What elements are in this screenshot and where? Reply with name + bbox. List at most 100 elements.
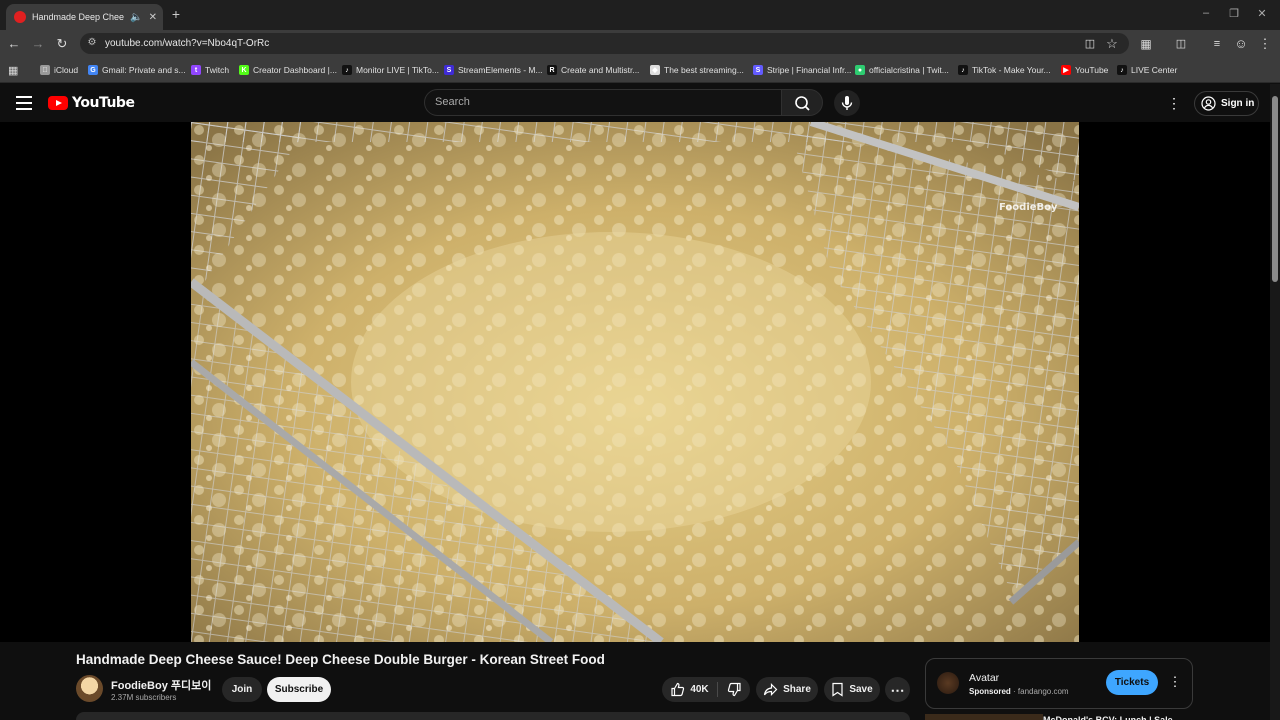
share-label: Share (783, 684, 811, 695)
search-input[interactable]: Search (424, 89, 782, 116)
bookmark-label: YouTube (1075, 65, 1109, 75)
forward-icon[interactable]: → (28, 34, 48, 54)
share-icon (763, 683, 778, 696)
next-video-title[interactable]: McDonald's BCV: Lunch | Sale... (1043, 713, 1180, 720)
bookmark-item[interactable]: K Creator Dashboard |... (239, 63, 337, 77)
bookmark-label: LIVE Center (1131, 65, 1178, 75)
diamond-icon: ◆ (650, 65, 660, 75)
bookmark-item[interactable]: R Create and Multistr... (547, 63, 639, 77)
youtube-favicon-icon (14, 11, 26, 23)
search-button[interactable] (781, 89, 823, 116)
like-count: 40K (690, 684, 709, 695)
reload-icon[interactable]: ↻ (52, 34, 72, 54)
tickets-button[interactable]: Tickets (1106, 670, 1158, 695)
description-box[interactable] (76, 712, 910, 720)
youtube-logo-text: YouTube (72, 95, 135, 111)
bookmark-label: Stripe | Financial Infr... (767, 65, 852, 75)
bookmark-star-icon[interactable]: ☆ (1102, 34, 1122, 54)
bookmark-item[interactable]: G Gmail: Private and s... (88, 63, 186, 77)
channel-watermark: FoodieBoy (999, 202, 1058, 213)
bookmark-label: TikTok - Make Your... (972, 65, 1051, 75)
bookmark-item[interactable]: t Twitch (191, 63, 229, 77)
globe-icon: ● (855, 65, 865, 75)
ad-thumbnail[interactable] (937, 672, 959, 694)
ad-sponsor-line: Sponsored · fandango.com (969, 687, 1069, 696)
profile-icon[interactable]: ☺ (1231, 34, 1251, 54)
new-tab-button[interactable]: + (168, 6, 184, 22)
bookmark-label: The best streaming... (664, 65, 744, 75)
scrollbar-thumb[interactable] (1272, 96, 1278, 282)
thumbs-down-icon (727, 682, 741, 697)
bookmark-label: iCloud (54, 65, 79, 75)
restream-icon: R (547, 65, 557, 75)
share-button[interactable]: Share (756, 677, 818, 702)
stripe-icon: S (753, 65, 763, 75)
ad-more-icon[interactable]: ⋮ (1168, 673, 1182, 691)
bookmark-add-icon (832, 682, 843, 697)
media-control-icon[interactable]: ≡ (1207, 34, 1227, 54)
sign-in-button[interactable]: Sign in (1194, 91, 1259, 116)
join-button[interactable]: Join (222, 677, 262, 702)
split-view-icon[interactable]: ◫ (1171, 34, 1191, 54)
subscribe-button[interactable]: Subscribe (267, 677, 331, 702)
bookmark-item[interactable]: ♪ LIVE Center (1117, 63, 1177, 77)
bookmark-item[interactable]: ▶ YouTube (1061, 63, 1108, 77)
speaker-icon[interactable]: 🔈 (130, 12, 142, 23)
twitch-icon: t (191, 65, 201, 75)
back-icon[interactable]: ← (4, 34, 24, 54)
browser-tab[interactable]: Handmade Deep Cheese Sa 🔈 ✕ (6, 4, 163, 30)
thumbs-up-icon (671, 682, 685, 697)
like-button[interactable]: 40K (662, 677, 717, 702)
bookmark-label: Creator Dashboard |... (253, 65, 337, 75)
bookmark-item[interactable]: ◆ The best streaming... (650, 63, 744, 77)
youtube-play-logo-icon (48, 96, 68, 110)
close-tab-icon[interactable]: ✕ (149, 12, 157, 23)
bookmark-item[interactable]: ♪ TikTok - Make Your... (958, 63, 1051, 77)
more-actions-button[interactable]: ⋯ (885, 677, 910, 702)
extensions-icon[interactable]: ▦ (1136, 34, 1156, 54)
video-player[interactable]: FoodieBoy (191, 122, 1079, 642)
next-video-thumbnail[interactable] (925, 714, 1043, 720)
url-text[interactable]: youtube.com/watch?v=Nbo4qT-OrRc (105, 38, 269, 49)
bookmark-item[interactable]:  iCloud (40, 63, 78, 77)
apps-grid-icon[interactable]: ▦ (8, 63, 18, 77)
save-label: Save (849, 684, 873, 695)
settings-more-icon[interactable]: ⋮ (1166, 94, 1182, 112)
site-info-icon[interactable]: ⚙ (86, 37, 98, 49)
minimize-icon[interactable]: – (1196, 7, 1216, 19)
video-title: Handmade Deep Cheese Sauce! Deep Cheese … (76, 652, 605, 667)
save-button[interactable]: Save (824, 677, 880, 702)
bookmark-item[interactable]: S Stripe | Financial Infr... (753, 63, 851, 77)
channel-avatar[interactable] (76, 675, 103, 702)
microphone-icon (841, 96, 853, 110)
subscriber-count: 2.37M subscribers (111, 693, 177, 702)
dislike-button[interactable] (718, 677, 750, 702)
tiktok-icon: ♪ (958, 65, 968, 75)
bookmark-item[interactable]: S StreamElements - M... (444, 63, 543, 77)
google-icon: G (88, 65, 98, 75)
video-frame (191, 122, 1079, 642)
tab-strip (0, 0, 1280, 30)
close-window-icon[interactable]: ✕ (1252, 7, 1272, 20)
bookmark-item[interactable]: ● officialcristina | Twit... (855, 63, 949, 77)
apple-icon:  (40, 65, 50, 75)
youtube-icon: ▶ (1061, 65, 1071, 75)
streamelements-icon: S (444, 65, 454, 75)
bookmark-label: officialcristina | Twit... (869, 65, 949, 75)
menu-icon[interactable] (16, 96, 32, 110)
sponsored-label: Sponsored (969, 687, 1011, 696)
channel-name[interactable]: FoodieBoy 푸디보이 (111, 677, 211, 693)
voice-search-button[interactable] (834, 90, 860, 116)
bookmark-item[interactable]: ♪ Monitor LIVE | TikTo... (342, 63, 439, 77)
account-icon (1201, 96, 1216, 111)
search-icon (795, 96, 810, 111)
ad-title[interactable]: Avatar (969, 672, 999, 684)
youtube-logo[interactable]: YouTube (48, 95, 135, 111)
bookmark-label: Gmail: Private and s... (102, 65, 186, 75)
restore-icon[interactable]: ❐ (1224, 7, 1244, 20)
browser-menu-icon[interactable]: ⋮ (1255, 34, 1275, 54)
bookmark-label: Monitor LIVE | TikTo... (356, 65, 439, 75)
install-app-icon[interactable]: ◫ (1080, 34, 1100, 54)
tab-title: Handmade Deep Cheese Sa (32, 12, 125, 22)
tiktok-icon: ♪ (342, 65, 352, 75)
